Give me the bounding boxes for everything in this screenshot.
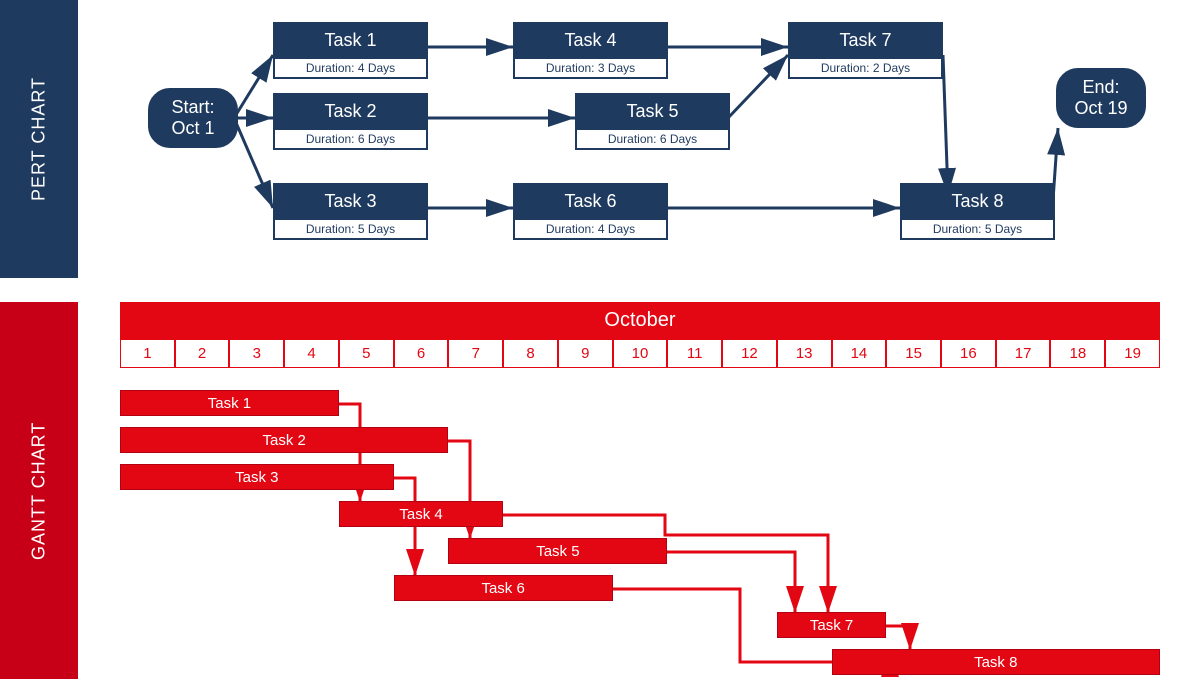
end-line2: Oct 19: [1074, 98, 1127, 119]
gantt-month: October: [120, 302, 1160, 339]
task-title: Task 3: [275, 185, 426, 218]
gantt-day-cell: 6: [394, 339, 449, 368]
task-duration: Duration: 4 Days: [275, 57, 426, 77]
task-title: Task 7: [790, 24, 941, 57]
gantt-day-cell: 12: [722, 339, 777, 368]
gantt-arrows: [120, 372, 1160, 679]
pert-task-3: Task 3 Duration: 5 Days: [273, 183, 428, 240]
gantt-day-cell: 15: [886, 339, 941, 368]
pert-chart-area: Start: Oct 1 Task 1 Duration: 4 Days Tas…: [78, 0, 1200, 278]
gantt-day-cell: 7: [448, 339, 503, 368]
start-line1: Start:: [171, 97, 214, 118]
pert-start-node: Start: Oct 1: [148, 88, 238, 148]
gantt-day-cell: 13: [777, 339, 832, 368]
pert-task-7: Task 7 Duration: 2 Days: [788, 22, 943, 79]
task-duration: Duration: 6 Days: [275, 128, 426, 148]
pert-task-5: Task 5 Duration: 6 Days: [575, 93, 730, 150]
gantt-bar: Task 3: [120, 464, 394, 490]
gantt-header: October 12345678910111213141516171819: [120, 302, 1160, 368]
gantt-day-cell: 10: [613, 339, 668, 368]
gantt-day-cell: 19: [1105, 339, 1160, 368]
gantt-day-cell: 14: [832, 339, 887, 368]
start-line2: Oct 1: [171, 118, 214, 139]
gantt-days-row: 12345678910111213141516171819: [120, 339, 1160, 368]
gantt-bar: Task 8: [832, 649, 1160, 675]
end-line1: End:: [1082, 77, 1119, 98]
task-duration: Duration: 6 Days: [577, 128, 728, 148]
pert-task-4: Task 4 Duration: 3 Days: [513, 22, 668, 79]
pert-section-label: PERT CHART: [0, 0, 78, 278]
gantt-day-cell: 16: [941, 339, 996, 368]
task-duration: Duration: 3 Days: [515, 57, 666, 77]
gantt-day-cell: 3: [229, 339, 284, 368]
task-duration: Duration: 5 Days: [902, 218, 1053, 238]
task-title: Task 2: [275, 95, 426, 128]
gantt-bar: Task 7: [777, 612, 886, 638]
gantt-bar: Task 5: [448, 538, 667, 564]
gantt-bar: Task 1: [120, 390, 339, 416]
task-duration: Duration: 2 Days: [790, 57, 941, 77]
gantt-bar: Task 2: [120, 427, 448, 453]
task-title: Task 1: [275, 24, 426, 57]
gantt-day-cell: 1: [120, 339, 175, 368]
gantt-bar: Task 6: [394, 575, 613, 601]
gantt-day-cell: 18: [1050, 339, 1105, 368]
gantt-bar: Task 4: [339, 501, 503, 527]
gantt-chart-area: October 12345678910111213141516171819 Ta…: [78, 302, 1200, 679]
gantt-day-cell: 2: [175, 339, 230, 368]
gantt-section-label: GANTT CHART: [0, 302, 78, 679]
pert-task-1: Task 1 Duration: 4 Days: [273, 22, 428, 79]
task-title: Task 8: [902, 185, 1053, 218]
task-title: Task 5: [577, 95, 728, 128]
gantt-day-cell: 11: [667, 339, 722, 368]
task-title: Task 4: [515, 24, 666, 57]
gantt-day-cell: 17: [996, 339, 1051, 368]
pert-task-8: Task 8 Duration: 5 Days: [900, 183, 1055, 240]
gantt-day-cell: 4: [284, 339, 339, 368]
task-duration: Duration: 5 Days: [275, 218, 426, 238]
gantt-day-cell: 5: [339, 339, 394, 368]
pert-task-2: Task 2 Duration: 6 Days: [273, 93, 428, 150]
task-title: Task 6: [515, 185, 666, 218]
pert-end-node: End: Oct 19: [1056, 68, 1146, 128]
task-duration: Duration: 4 Days: [515, 218, 666, 238]
pert-task-6: Task 6 Duration: 4 Days: [513, 183, 668, 240]
gantt-day-cell: 9: [558, 339, 613, 368]
gantt-day-cell: 8: [503, 339, 558, 368]
